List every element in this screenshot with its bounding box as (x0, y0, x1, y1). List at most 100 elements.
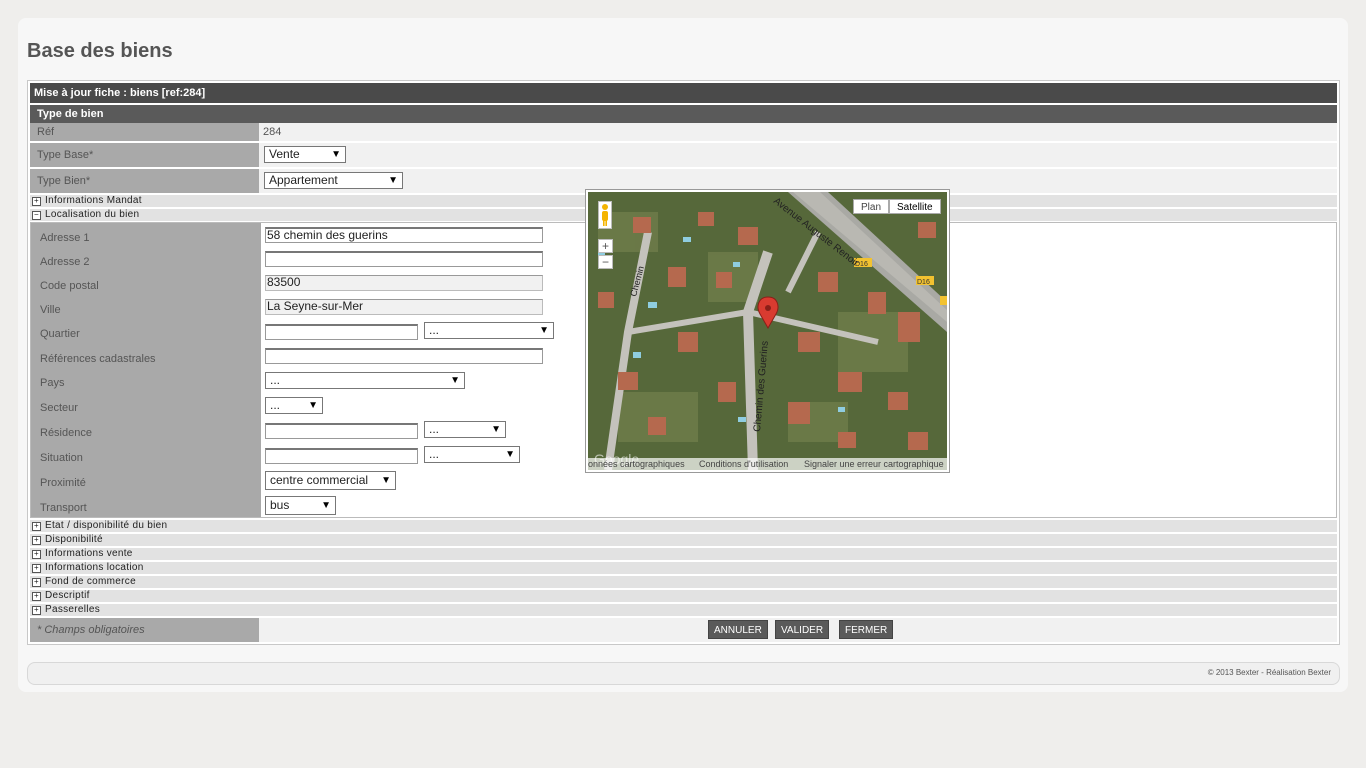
section-descriptif[interactable]: + Descriptif (30, 590, 1337, 602)
expand-icon: + (32, 536, 41, 545)
secteur-select-value: ... (270, 398, 281, 412)
map-type-plan-button[interactable]: Plan (853, 199, 890, 214)
dropdown-arrow-icon: ▼ (491, 424, 501, 435)
section-label: Informations location (45, 562, 144, 573)
satellite-imagery: D16 D16 Avenue Auguste Renoir Chemin des… (588, 192, 947, 470)
expand-icon: + (32, 564, 41, 573)
section-informations-vente[interactable]: + Informations vente (30, 548, 1337, 560)
expand-icon: + (32, 606, 41, 615)
section-etat[interactable]: + Etat / disponibilité du bien (30, 520, 1337, 532)
situation-select-value: ... (429, 447, 440, 461)
required-note: * Champs obligatoires (30, 618, 259, 642)
type-base-row: Type Base* Vente ▼ (30, 143, 1337, 167)
adresse1-input[interactable]: 58 chemin des guerins (265, 227, 543, 243)
section-label: Passerelles (45, 604, 100, 615)
pays-label: Pays (40, 377, 65, 389)
ref-value: 284 (263, 126, 282, 138)
adresse2-label: Adresse 2 (40, 256, 90, 268)
dropdown-arrow-icon: ▼ (388, 175, 398, 186)
residence-select-value: ... (429, 422, 440, 436)
pays-select-value: ... (270, 373, 281, 387)
section-fond-commerce[interactable]: + Fond de commerce (30, 576, 1337, 588)
page-title: Base des biens (27, 40, 173, 62)
zoom-out-button[interactable]: − (598, 255, 613, 269)
expand-icon: + (32, 522, 41, 531)
expand-icon: + (32, 197, 41, 206)
ref-label: Réf (30, 123, 259, 141)
map-terms-link[interactable]: Conditions d'utilisation (699, 458, 788, 470)
expand-icon: + (32, 550, 41, 559)
type-bien-select[interactable]: Appartement ▼ (264, 172, 403, 189)
ville-label: Ville (40, 304, 61, 316)
annuler-button[interactable]: ANNULER (708, 620, 768, 639)
map-data-text: onnées cartographiques (588, 459, 685, 469)
quartier-label: Quartier (40, 328, 80, 340)
dropdown-arrow-icon: ▼ (331, 149, 341, 160)
secteur-label: Secteur (40, 402, 78, 414)
transport-select[interactable]: bus ▼ (265, 496, 336, 515)
section-label: Disponibilité (45, 534, 103, 545)
type-base-value: Vente (269, 147, 300, 161)
situation-input[interactable] (265, 448, 418, 464)
section-label: Fond de commerce (45, 576, 136, 587)
transport-select-value: bus (270, 498, 290, 512)
section-informations-location[interactable]: + Informations location (30, 562, 1337, 574)
ville-field[interactable]: La Seyne-sur-Mer (265, 299, 543, 315)
map-popup[interactable]: D16 D16 Avenue Auguste Renoir Chemin des… (585, 189, 950, 473)
fermer-button[interactable]: FERMER (839, 620, 894, 639)
expand-icon: + (32, 578, 41, 587)
quartier-input[interactable] (265, 324, 418, 340)
situation-label: Situation (40, 452, 83, 464)
references-label: Références cadastrales (40, 353, 156, 365)
quartier-select-value: ... (429, 323, 440, 337)
adresse2-input[interactable] (265, 251, 543, 267)
form-header: Mise à jour fiche : biens [ref:284] (30, 83, 1337, 103)
dropdown-arrow-icon: ▼ (381, 475, 391, 486)
dropdown-arrow-icon: ▼ (450, 375, 460, 386)
pays-select[interactable]: ... ▼ (265, 372, 465, 389)
code-postal-label: Code postal (40, 280, 99, 292)
type-bien-value: Appartement (269, 173, 338, 187)
proximite-select[interactable]: centre commercial ▼ (265, 471, 396, 490)
collapse-icon: − (32, 211, 41, 220)
section-label: Descriptif (45, 590, 90, 601)
form-footer-row: * Champs obligatoires ANNULER VALIDER FE… (30, 618, 1337, 642)
dropdown-arrow-icon: ▼ (505, 449, 515, 460)
residence-input[interactable] (265, 423, 418, 439)
page-footer: © 2013 Bexter - Réalisation Bexter (27, 662, 1340, 685)
proximite-label: Proximité (40, 477, 86, 489)
references-input[interactable] (265, 348, 543, 364)
section-label: Informations vente (45, 548, 133, 559)
secteur-select[interactable]: ... ▼ (265, 397, 323, 414)
quartier-select[interactable]: ... ▼ (424, 322, 554, 339)
code-postal-field[interactable]: 83500 (265, 275, 543, 291)
type-bien-label: Type Bien* (30, 169, 259, 193)
section-label: Localisation du bien (45, 209, 140, 220)
map-report-error-link[interactable]: Signaler une erreur cartographique (804, 458, 944, 470)
dropdown-arrow-icon: ▼ (321, 500, 331, 511)
valider-button[interactable]: VALIDER (775, 620, 830, 639)
ref-row: Réf 284 (30, 123, 1337, 141)
zoom-in-button[interactable]: + (598, 239, 613, 253)
residence-label: Résidence (40, 427, 92, 439)
section-disponibilite[interactable]: + Disponibilité (30, 534, 1337, 546)
situation-select[interactable]: ... ▼ (424, 446, 520, 463)
transport-label: Transport (40, 502, 87, 514)
type-base-label: Type Base* (30, 143, 259, 167)
expand-icon: + (32, 592, 41, 601)
map-type-satellite-button[interactable]: Satellite (889, 199, 941, 214)
copyright: © 2013 Bexter - Réalisation Bexter (1207, 668, 1331, 677)
pegman-icon (602, 204, 608, 226)
residence-select[interactable]: ... ▼ (424, 421, 506, 438)
road-shield-d16: D16 (917, 279, 930, 286)
dropdown-arrow-icon: ▼ (308, 400, 318, 411)
adresse1-label: Adresse 1 (40, 232, 90, 244)
proximite-select-value: centre commercial (270, 473, 369, 487)
pegman-control[interactable] (598, 201, 612, 229)
satellite-map[interactable]: D16 D16 Avenue Auguste Renoir Chemin des… (588, 192, 947, 470)
section-passerelles[interactable]: + Passerelles (30, 604, 1337, 616)
section-label: Informations Mandat (45, 195, 142, 206)
section-label: Etat / disponibilité du bien (45, 520, 168, 531)
type-base-select[interactable]: Vente ▼ (264, 146, 346, 163)
map-attribution-bar: onnées cartographiques Conditions d'util… (588, 458, 947, 470)
